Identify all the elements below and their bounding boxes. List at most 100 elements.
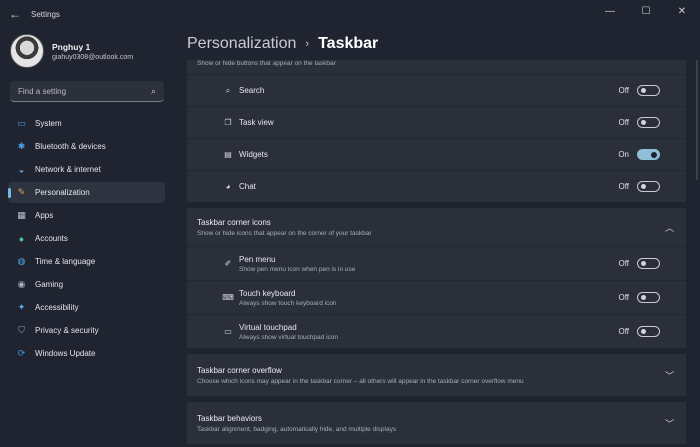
taskbar-item-row-task-view: ❐ Task view Off <box>187 106 686 138</box>
setting-description: Show pen menu icon when pen is in use <box>239 265 356 273</box>
behaviors-card[interactable]: Taskbar behaviors Taskbar alignment, bad… <box>187 402 686 444</box>
sidebar-item-network-internet[interactable]: ◒ Network & internet <box>8 159 165 180</box>
toggle-switch[interactable] <box>637 85 660 96</box>
avatar <box>10 34 44 68</box>
toggle-switch[interactable] <box>637 149 660 160</box>
sidebar-item-label: Windows Update <box>35 349 96 358</box>
search-input[interactable] <box>18 86 151 96</box>
setting-label: Pen menu <box>239 254 276 264</box>
setting-label: Task view <box>239 118 274 127</box>
sidebar-item-label: Apps <box>35 211 54 220</box>
sidebar-item-label: Gaming <box>35 280 64 289</box>
setting-label: Search <box>239 86 265 95</box>
bluetooth-icon: ✱ <box>17 141 26 151</box>
setting-label: Chat <box>239 182 256 191</box>
sidebar: Pnghuy 1 giahuy0308@outlook.com ⌕ ▭ Syste… <box>0 28 175 447</box>
sidebar-item-system[interactable]: ▭ System <box>8 113 165 134</box>
taskbar-items-description: Show or hide buttons that appear on the … <box>197 60 336 67</box>
profile-name: Pnghuy 1 <box>52 41 91 52</box>
close-button[interactable]: ✕ <box>664 0 700 22</box>
keyboard-icon: ⌨ <box>222 293 234 302</box>
toggle-state-label: Off <box>618 118 629 127</box>
sidebar-item-windows-update[interactable]: ⟳ Windows Update <box>8 343 165 364</box>
corner-item-row-touch-keyboard: ⌨ Touch keyboard Always show touch keyboar… <box>187 280 686 314</box>
chevron-down-icon[interactable]: ﹀ <box>665 369 674 382</box>
sidebar-item-bluetooth-devices[interactable]: ✱ Bluetooth & devices <box>8 136 165 157</box>
setting-description: Always show virtual touchpad icon <box>239 333 338 341</box>
profile-email: giahuy0308@outlook.com <box>52 53 134 61</box>
taskbar-item-row-search: ⌕ Search Off <box>187 74 686 106</box>
toggle-state-label: Off <box>618 259 629 268</box>
sidebar-item-label: Accessibility <box>35 303 79 312</box>
sidebar-item-time-language[interactable]: ◍ Time & language <box>8 251 165 272</box>
search-icon: ⌕ <box>225 85 231 95</box>
system-icon: ▭ <box>17 118 26 128</box>
apps-icon: ▦ <box>17 210 26 220</box>
behaviors-description: Taskbar alignment, badging, automaticall… <box>197 425 397 433</box>
maximize-button[interactable]: ☐ <box>628 0 664 22</box>
search-icon[interactable]: ⌕ <box>151 86 156 97</box>
profile-card[interactable]: Pnghuy 1 giahuy0308@outlook.com <box>10 34 133 68</box>
corner-overflow-description: Choose which icons may appear in the tas… <box>197 377 524 385</box>
scrollbar[interactable] <box>696 60 698 180</box>
sidebar-item-gaming[interactable]: ◉ Gaming <box>8 274 165 295</box>
chevron-down-icon[interactable]: ﹀ <box>665 417 674 430</box>
breadcrumb-personalization[interactable]: Personalization <box>187 35 296 53</box>
person-icon: ● <box>18 233 25 244</box>
toggle-switch[interactable] <box>637 258 660 269</box>
search-box[interactable]: ⌕ <box>10 81 164 102</box>
corner-icons-description: Show or hide icons that appear on the co… <box>197 229 372 237</box>
toggle-switch[interactable] <box>637 326 660 337</box>
setting-description: Always show touch keyboard icon <box>239 299 337 307</box>
main-content: Show or hide buttons that appear on the … <box>187 60 686 447</box>
taskbar-item-row-widgets: ▤ Widgets On <box>187 138 686 170</box>
sidebar-item-label: Privacy & security <box>35 326 99 335</box>
app-title: Settings <box>31 9 60 19</box>
back-button[interactable]: ← <box>3 2 27 26</box>
corner-icons-title: Taskbar corner icons <box>197 217 271 227</box>
sidebar-item-accounts[interactable]: ● Accounts <box>8 228 165 249</box>
sidebar-item-privacy-security[interactable]: ⛉ Privacy & security <box>8 320 165 341</box>
sidebar-item-label: Accounts <box>35 234 68 243</box>
sidebar-item-personalization[interactable]: ✎ Personalization <box>8 182 165 203</box>
sidebar-item-apps[interactable]: ▦ Apps <box>8 205 165 226</box>
brush-icon: ✎ <box>17 187 26 197</box>
toggle-state-label: Off <box>618 293 629 302</box>
widgets-icon: ▤ <box>224 150 232 159</box>
toggle-switch[interactable] <box>637 181 660 192</box>
taskbar-item-row-chat: ◕ Chat Off <box>187 170 686 202</box>
chevron-right-icon: › <box>305 38 310 50</box>
sidebar-nav: ▭ System ✱ Bluetooth & devices ◒ Network & in… <box>8 113 165 366</box>
pen-icon: ✐ <box>224 259 232 268</box>
taskview-icon: ❐ <box>224 118 232 127</box>
corner-icons-header[interactable]: Taskbar corner icons Show or hide icons … <box>187 208 686 246</box>
minimize-button[interactable]: — <box>592 0 628 22</box>
window-controls: — ☐ ✕ <box>592 0 700 22</box>
globe-icon: ◍ <box>17 256 26 266</box>
accessibility-icon: ✦ <box>17 302 26 312</box>
toggle-state-label: Off <box>618 327 629 336</box>
corner-item-row-virtual-touchpad: ▭ Virtual touchpad Always show virtual tou… <box>187 314 686 348</box>
toggle-state-label: On <box>618 150 629 159</box>
touchpad-icon: ▭ <box>224 327 232 336</box>
wifi-icon: ◒ <box>18 164 25 175</box>
corner-overflow-title: Taskbar corner overflow <box>197 365 282 375</box>
sidebar-item-label: Network & internet <box>35 165 101 174</box>
title-bar: ← Settings — ☐ ✕ <box>0 0 700 28</box>
update-icon: ⟳ <box>17 348 26 358</box>
corner-icons-card: Taskbar corner icons Show or hide icons … <box>187 208 686 348</box>
toggle-switch[interactable] <box>637 292 660 303</box>
chevron-up-icon[interactable]: ︿ <box>665 221 674 234</box>
page-title: Taskbar <box>318 35 379 52</box>
back-arrow-icon: ← <box>9 7 21 21</box>
chat-icon: ◕ <box>225 182 231 191</box>
sidebar-item-accessibility[interactable]: ✦ Accessibility <box>8 297 165 318</box>
toggle-switch[interactable] <box>637 117 660 128</box>
toggle-state-label: Off <box>618 86 629 95</box>
setting-label: Touch keyboard <box>239 288 296 298</box>
setting-label: Virtual touchpad <box>239 322 297 332</box>
toggle-state-label: Off <box>618 182 629 191</box>
corner-overflow-card[interactable]: Taskbar corner overflow Choose which ico… <box>187 354 686 396</box>
gamepad-icon: ◉ <box>17 279 26 289</box>
behaviors-title: Taskbar behaviors <box>197 413 262 423</box>
